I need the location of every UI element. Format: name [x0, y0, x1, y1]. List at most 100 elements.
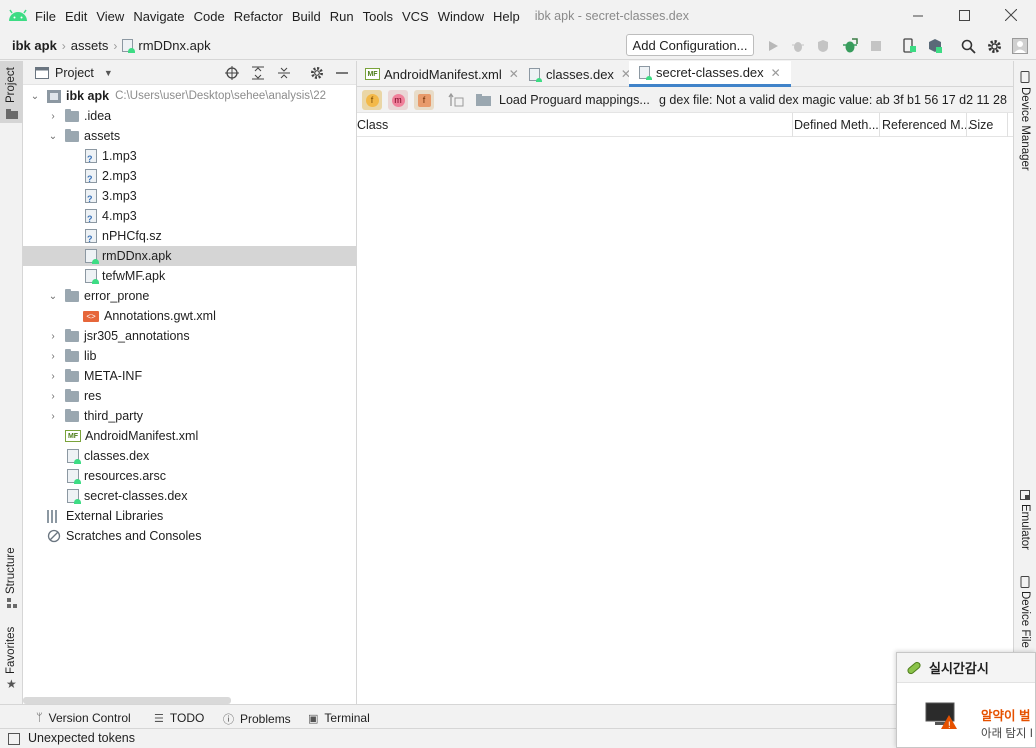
gear-icon[interactable] [310, 66, 324, 80]
menu-edit[interactable]: Edit [65, 9, 87, 24]
tree-item-annotations-xml[interactable]: <> Annotations.gwt.xml [23, 306, 356, 326]
generate-proguard-icon[interactable] [448, 92, 464, 108]
tab-secret-classes-dex[interactable]: secret-classes.dex ✕ [629, 61, 791, 87]
menu-code[interactable]: Code [194, 9, 225, 24]
tree-item-third-party[interactable]: › third_party [23, 406, 356, 426]
chevron-down-icon[interactable]: ⌄ [47, 291, 59, 302]
tree-item-scratches[interactable]: Scratches and Consoles [23, 526, 356, 546]
column-divider[interactable] [879, 113, 880, 137]
tree-item-jsr305[interactable]: › jsr305_annotations [23, 326, 356, 346]
column-class[interactable]: Class [357, 118, 388, 132]
device-file-tool-button[interactable]: Device File [1014, 573, 1036, 653]
menu-navigate[interactable]: Navigate [133, 9, 184, 24]
load-proguard-mappings-button[interactable]: Load Proguard mappings... [499, 93, 650, 107]
realtime-monitor-popup[interactable]: 실시간감시 ! 알약이 벌 아래 탐지 I [896, 652, 1036, 748]
tree-item-lib[interactable]: › lib [23, 346, 356, 366]
tree-item-1mp3[interactable]: 1.mp3 [23, 146, 356, 166]
column-divider[interactable] [792, 113, 793, 137]
expand-all-icon[interactable] [251, 66, 265, 80]
maximize-button[interactable] [941, 0, 987, 30]
tree-item-secret-classes-dex[interactable]: secret-classes.dex [23, 486, 356, 506]
menu-vcs[interactable]: VCS [402, 9, 429, 24]
horizontal-scrollbar[interactable] [23, 697, 231, 704]
tree-item-assets[interactable]: ⌄ assets [23, 126, 356, 146]
tab-classes-dex[interactable]: classes.dex ✕ [529, 61, 631, 87]
chevron-down-icon[interactable]: ⌄ [47, 131, 59, 142]
collapse-all-icon[interactable] [277, 66, 291, 80]
minimize-button[interactable] [895, 0, 941, 30]
todo-tool-button[interactable]: ☰ TODO [154, 711, 204, 725]
column-referenced-methods[interactable]: Referenced M... [882, 118, 971, 132]
menu-build[interactable]: Build [292, 9, 321, 24]
favorites-tool-button[interactable]: Favorites ★ [0, 624, 23, 696]
search-button[interactable] [959, 37, 977, 55]
column-divider[interactable] [1007, 113, 1008, 137]
project-tool-button[interactable]: Project [0, 61, 23, 123]
tree-item-external-libraries[interactable]: External Libraries [23, 506, 356, 526]
version-control-tool-button[interactable]: ᛘ Version Control [36, 711, 131, 725]
terminal-tool-button[interactable]: ▣ Terminal [308, 711, 370, 725]
chevron-right-icon[interactable]: › [47, 351, 59, 362]
menu-view[interactable]: View [96, 9, 124, 24]
project-view-label[interactable]: Project [55, 66, 94, 80]
tree-item-idea[interactable]: › .idea [23, 106, 356, 126]
sdk-manager-button[interactable] [926, 37, 944, 55]
menu-help[interactable]: Help [493, 9, 520, 24]
tree-item-tefwmf-apk[interactable]: tefwMF.apk [23, 266, 356, 286]
debug-button[interactable] [789, 37, 807, 55]
tree-item-error-prone[interactable]: ⌄ error_prone [23, 286, 356, 306]
chevron-right-icon[interactable]: › [47, 111, 59, 122]
show-referenced-button[interactable]: f [414, 90, 434, 110]
chevron-right-icon[interactable]: › [47, 371, 59, 382]
structure-tool-button[interactable]: Structure [0, 546, 23, 612]
tree-item-nphcfq[interactable]: nPHCfq.sz [23, 226, 356, 246]
tree-item-project-root[interactable]: ⌄ ibk apk C:\Users\user\Desktop\sehee\an… [23, 86, 356, 106]
tab-android-manifest[interactable]: MF AndroidManifest.xml ✕ [365, 61, 519, 87]
menu-file[interactable]: File [35, 9, 56, 24]
chevron-right-icon[interactable]: › [47, 411, 59, 422]
chevron-right-icon[interactable]: › [47, 391, 59, 402]
device-manager-toolbar-button[interactable] [900, 37, 918, 55]
folder-open-icon[interactable] [476, 93, 492, 107]
chevron-right-icon[interactable]: › [47, 331, 59, 342]
tree-item-res[interactable]: › res [23, 386, 356, 406]
column-defined-methods[interactable]: Defined Meth... [794, 118, 879, 132]
show-methods-button[interactable]: m [388, 90, 408, 110]
account-avatar[interactable] [1011, 37, 1029, 55]
menu-window[interactable]: Window [438, 9, 484, 24]
tree-item-meta-inf[interactable]: › META-INF [23, 366, 356, 386]
column-size[interactable]: Size [969, 118, 993, 132]
chevron-down-icon[interactable]: ⌄ [29, 91, 41, 102]
menu-refactor[interactable]: Refactor [234, 9, 283, 24]
close-icon[interactable]: ✕ [771, 66, 781, 80]
chevron-down-icon[interactable]: ▼ [104, 68, 113, 78]
show-fields-button[interactable]: f [362, 90, 382, 110]
breadcrumb-assets[interactable]: assets [71, 38, 109, 53]
breadcrumb-file[interactable]: rmDDnx.apk [138, 38, 210, 53]
run-button[interactable] [764, 37, 782, 55]
tree-item-rmddnx-apk[interactable]: rmDDnx.apk [23, 246, 356, 266]
coverage-button[interactable] [814, 37, 832, 55]
status-panel-icon[interactable] [8, 733, 20, 745]
attach-debugger-button[interactable] [841, 37, 859, 55]
emulator-tool-button[interactable]: Emulator [1014, 486, 1036, 556]
tree-item-classes-dex[interactable]: classes.dex [23, 446, 356, 466]
device-manager-tool-button[interactable]: Device Manager [1014, 67, 1036, 177]
menu-tools[interactable]: Tools [363, 9, 393, 24]
add-configuration-button[interactable]: Add Configuration... [626, 34, 754, 56]
close-window-button[interactable] [988, 0, 1034, 30]
tree-item-2mp3[interactable]: 2.mp3 [23, 166, 356, 186]
problems-tool-button[interactable]: ⓘ Problems [223, 711, 291, 727]
settings-button[interactable] [985, 37, 1003, 55]
tree-item-3mp3[interactable]: 3.mp3 [23, 186, 356, 206]
hide-panel-icon[interactable] [336, 67, 348, 79]
tree-item-4mp3[interactable]: 4.mp3 [23, 206, 356, 226]
stop-button[interactable] [867, 37, 885, 55]
close-icon[interactable]: ✕ [509, 67, 519, 81]
menu-run[interactable]: Run [330, 9, 354, 24]
tree-item-resources-arsc[interactable]: resources.arsc [23, 466, 356, 486]
breadcrumb-project[interactable]: ibk apk [12, 38, 57, 53]
tree-item-android-manifest[interactable]: MF AndroidManifest.xml [23, 426, 356, 446]
column-divider[interactable] [966, 113, 967, 137]
locate-file-icon[interactable] [225, 66, 239, 80]
